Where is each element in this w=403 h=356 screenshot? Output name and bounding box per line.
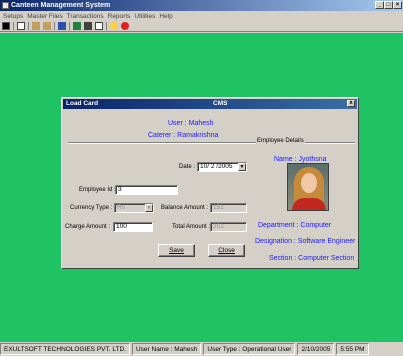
designation-label: Designation : Software Engineer xyxy=(255,238,356,245)
total-amount-label: Total Amount : xyxy=(172,224,211,230)
status-time: 5:55 PM xyxy=(336,343,369,355)
section-label: Section : Computer Section xyxy=(269,255,355,262)
dialog-close-button[interactable]: x xyxy=(347,100,355,107)
maximize-button[interactable]: □ xyxy=(384,1,393,9)
menu-transactions[interactable]: Transactions xyxy=(67,13,104,20)
employee-id-label: Employee Id : xyxy=(79,187,116,193)
disk-icon[interactable] xyxy=(95,22,103,30)
card-icon[interactable] xyxy=(84,22,92,30)
exit-icon[interactable] xyxy=(2,22,10,30)
toolbar-separator xyxy=(13,22,14,30)
date-picker[interactable]: 10/ 2 /2005 ▼ xyxy=(197,162,247,172)
menu-master-files[interactable]: Master Files xyxy=(27,13,62,20)
balance-amount-field[interactable]: 151 xyxy=(210,203,247,213)
total-amount-field[interactable]: 251 xyxy=(210,222,247,232)
close-button-label: Close xyxy=(218,247,235,254)
save-button-label: Save xyxy=(169,247,184,254)
tree-icon[interactable] xyxy=(17,22,25,30)
menubar: Setups Master Files Transactions Reports… xyxy=(0,11,403,21)
status-company: EXULTSOFT TECHNOLOGIES PVT. LTD. xyxy=(0,343,130,355)
dialog-center-title: CMS xyxy=(213,100,228,107)
employee-photo xyxy=(287,163,329,211)
save-button[interactable]: Save xyxy=(158,244,195,257)
menu-help[interactable]: Help xyxy=(159,13,172,20)
dialog-titlebar[interactable]: Load Card CMS x xyxy=(63,99,357,109)
divider xyxy=(68,142,355,144)
app-title: Canteen Management System xyxy=(11,2,111,9)
minimize-button[interactable]: _ xyxy=(375,1,384,9)
toolbar-separator xyxy=(28,22,29,30)
close-button[interactable]: × xyxy=(393,1,402,9)
stop-icon[interactable] xyxy=(121,22,129,30)
charge-amount-field[interactable]: 100 xyxy=(113,222,153,232)
status-user-name: User Name : Mahesh xyxy=(131,343,202,355)
dialog-title: Load Card xyxy=(66,100,99,107)
currency-value: Rs xyxy=(117,204,125,211)
chevron-down-icon[interactable]: ▼ xyxy=(145,204,153,212)
date-value: 10/ 2 /2005 xyxy=(200,163,233,170)
employee-details-group-label: Employee Details xyxy=(256,138,305,144)
close-dialog-button[interactable]: Close xyxy=(208,244,245,257)
employee-name: Name : Jyothsna xyxy=(274,156,327,163)
monitor-icon[interactable] xyxy=(58,22,66,30)
currency-type-label: Currency Type : xyxy=(70,205,113,211)
chevron-down-icon[interactable]: ▼ xyxy=(238,163,246,171)
status-user-type: User Type : Operational User xyxy=(203,343,296,355)
app-icon xyxy=(2,2,9,9)
statusbar: EXULTSOFT TECHNOLOGIES PVT. LTD. User Na… xyxy=(0,342,403,356)
toolbar xyxy=(0,21,403,32)
book-icon[interactable] xyxy=(73,22,81,30)
balance-amount-label: Balance Amount : xyxy=(161,205,209,211)
employee-id-field[interactable]: 3 xyxy=(115,185,178,195)
department-label: Department : Computer xyxy=(258,222,332,229)
user-label: User : Mahesh xyxy=(168,120,214,127)
status-date: 2/10/2005 xyxy=(297,343,335,355)
menu-setups[interactable]: Setups xyxy=(3,13,23,20)
toolbar-separator xyxy=(54,22,55,30)
toolbar-separator xyxy=(69,22,70,30)
menu-utilities[interactable]: Utilities xyxy=(134,13,155,20)
currency-type-select[interactable]: Rs ▼ xyxy=(114,203,154,213)
app-titlebar: Canteen Management System _ □ × xyxy=(0,0,403,11)
date-label: Date : xyxy=(179,164,196,170)
menu-reports[interactable]: Reports xyxy=(108,13,131,20)
toolbar-separator xyxy=(106,22,107,30)
check-icon[interactable] xyxy=(43,22,51,30)
charge-amount-label: Charge Amount : xyxy=(65,224,111,230)
help-icon[interactable] xyxy=(110,22,118,30)
window-controls: _ □ × xyxy=(375,1,402,9)
caterer-label: Caterer : Ramakrishna xyxy=(148,132,219,139)
load-card-dialog: Load Card CMS x User : Mahesh Caterer : … xyxy=(61,97,359,269)
edit-icon[interactable] xyxy=(32,22,40,30)
